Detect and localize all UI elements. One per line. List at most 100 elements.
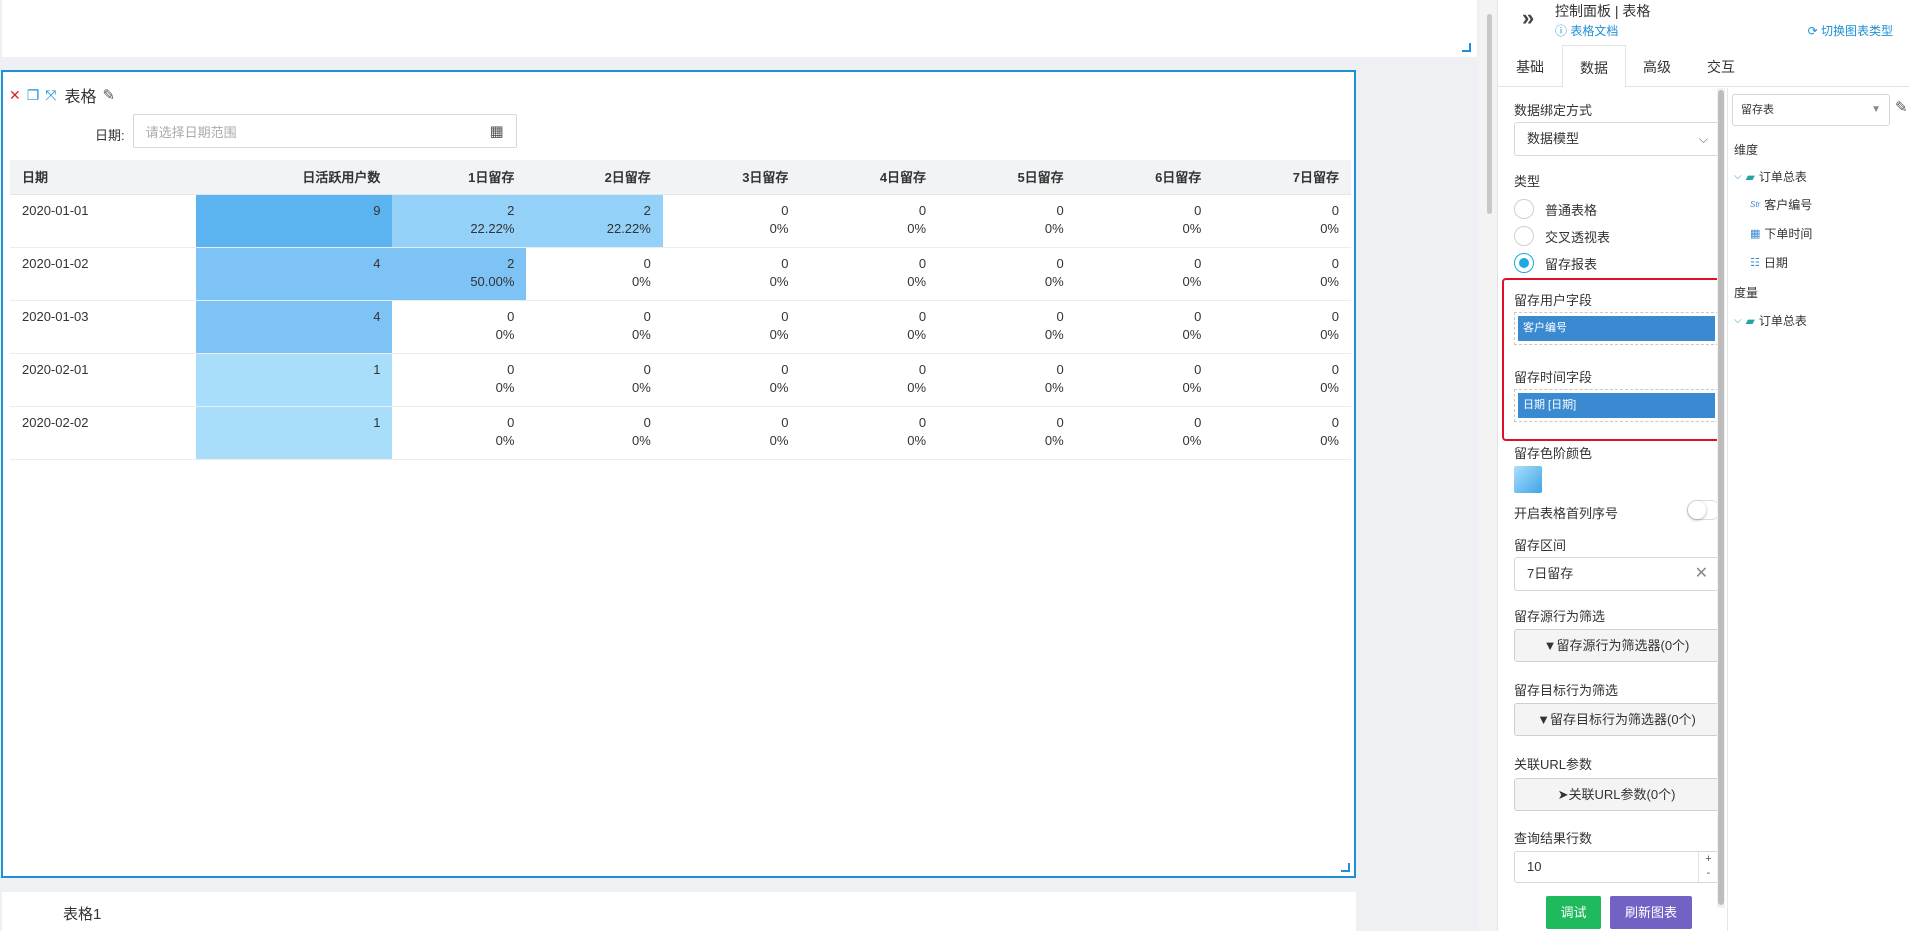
measure-folder[interactable]: ⌵ ▰ 订单总表 [1734, 312, 1807, 329]
col-header[interactable]: 1日留存 [392, 160, 527, 195]
dimension-folder[interactable]: ⌵ ▰ 订单总表 [1734, 168, 1807, 185]
retention-count: 0 [1056, 414, 1064, 430]
canvas-scrollbar-thumb[interactable] [1487, 14, 1492, 214]
col-header[interactable]: 日期 [10, 160, 197, 195]
retention-rate: 50.00% [470, 273, 515, 289]
user-field-dropzone[interactable]: 客户编号 [1514, 312, 1719, 345]
folder-open-icon: ▰ [1745, 313, 1755, 328]
field-item-customer-id[interactable]: Str 客户编号 [1750, 196, 1812, 213]
config-scrollbar-thumb[interactable] [1718, 90, 1724, 905]
cell-retention: 0 0% [392, 300, 527, 354]
increment-icon[interactable]: + [1705, 853, 1711, 865]
edit-title-icon[interactable]: ✎ [103, 86, 116, 104]
dashboard-canvas: ✕ ❐ ⤧ 表格 ✎ 日期: 请选择日期范围 ▦ 日期 日活跃用户数 1日留存 [0, 0, 1477, 931]
col-header[interactable]: 4日留存 [800, 160, 939, 195]
rows-label: 查询结果行数 [1514, 831, 1593, 846]
cell-retention: 0 0% [1213, 406, 1351, 460]
chart-card-top[interactable] [2, 0, 1477, 57]
retention-count: 0 [1194, 202, 1202, 218]
retention-rate: 0% [632, 273, 651, 289]
type-radio-pivot[interactable]: 交叉透视表 [1514, 226, 1610, 246]
stepper[interactable]: + - [1698, 852, 1718, 882]
target-filter-button[interactable]: ▼留存目标行为筛选器(0个) [1514, 703, 1719, 736]
refresh-icon: ⟳ [1807, 24, 1821, 38]
config-scrollbar[interactable] [1717, 88, 1725, 908]
date-hierarchy-icon: ☷ [1750, 257, 1760, 269]
close-icon[interactable]: ✕ [9, 88, 21, 102]
interval-select[interactable]: 7日留存 ✕ [1514, 557, 1719, 591]
url-param-button-label: 关联URL参数(0个) [1568, 787, 1676, 802]
binding-select-value: 数据模型 [1527, 131, 1580, 146]
cell-retention: 0 0% [662, 247, 801, 301]
measure-label: 度量 [1734, 286, 1759, 300]
target-filter-label: 留存目标行为筛选 [1514, 683, 1619, 698]
field-item-order-time[interactable]: ▦ 下单时间 [1750, 225, 1812, 242]
url-param-button[interactable]: ➤关联URL参数(0个) [1514, 778, 1719, 811]
retention-count: 2 [507, 255, 515, 271]
tab-basic[interactable]: 基础 [1498, 45, 1562, 87]
doc-link[interactable]: ⓘ 表格文档 [1555, 22, 1618, 39]
decrement-icon[interactable]: - [1707, 867, 1711, 879]
collapse-panel-icon[interactable]: » [1522, 5, 1534, 31]
resize-handle[interactable] [1462, 43, 1471, 52]
col-header[interactable]: 2日留存 [526, 160, 663, 195]
binding-label: 数据绑定方式 [1514, 103, 1593, 118]
type-radio-label: 普通表格 [1545, 202, 1598, 218]
cell-retention: 0 0% [938, 300, 1076, 354]
retention-rate: 0% [632, 326, 651, 342]
chart-card-bottom[interactable]: 表格1 [2, 892, 1356, 931]
edit-model-icon[interactable]: ✎ [1895, 98, 1908, 116]
table-row: 2020-02-01 1 0 0% 0 0% 0 0% 0 0% 0 0% 0 0% 0 0% [10, 353, 1351, 407]
tab-data[interactable]: 数据 [1562, 45, 1626, 88]
expand-icon[interactable]: ⤧ [45, 88, 56, 102]
time-field-chip[interactable]: 日期 [日期] [1518, 393, 1715, 418]
retention-count: 0 [918, 308, 927, 324]
retention-count: 0 [781, 308, 789, 324]
binding-select[interactable]: 数据模型 ⌵ [1514, 122, 1719, 156]
col-header[interactable]: 7日留存 [1213, 160, 1351, 195]
cell-retention: 0 0% [1075, 247, 1214, 301]
retention-count: 0 [781, 255, 789, 271]
chevron-down-icon[interactable]: ⌵ [1734, 171, 1742, 182]
cell-retention: 0 0% [800, 353, 939, 407]
model-select[interactable]: 留存表 ▼ [1732, 94, 1890, 126]
retention-count: 0 [781, 202, 789, 218]
col-header[interactable]: 5日留存 [938, 160, 1076, 195]
color-scale-swatch[interactable] [1514, 466, 1542, 493]
index-toggle[interactable] [1687, 500, 1721, 520]
interval-label: 留存区间 [1514, 538, 1567, 553]
rows-input[interactable]: 10 + - [1514, 851, 1719, 883]
user-field-chip[interactable]: 客户编号 [1518, 316, 1715, 341]
chevron-down-icon[interactable]: ⌵ [1734, 315, 1742, 326]
switch-chart-type-link[interactable]: ⟳ 切换图表类型 [1808, 22, 1893, 39]
copy-icon[interactable]: ❐ [27, 88, 40, 102]
time-field-dropzone[interactable]: 日期 [日期] [1514, 389, 1719, 422]
tab-interaction[interactable]: 交互 [1689, 45, 1753, 87]
retention-count: 0 [1194, 361, 1202, 377]
cell-retention: 0 0% [800, 247, 939, 301]
resize-handle[interactable] [1341, 863, 1350, 872]
calendar-icon[interactable]: ▦ [489, 122, 503, 140]
cell-date: 2020-02-02 [10, 406, 197, 460]
date-range-input[interactable]: 请选择日期范围 ▦ [132, 114, 517, 148]
refresh-chart-button[interactable]: 刷新图表 [1610, 896, 1692, 929]
cell-date: 2020-01-01 [10, 194, 197, 248]
col-header[interactable]: 6日留存 [1075, 160, 1214, 195]
clear-icon[interactable]: ✕ [1695, 558, 1708, 590]
type-radio-retention[interactable]: 留存报表 [1514, 253, 1597, 273]
field-item-date[interactable]: ☷ 日期 [1750, 254, 1788, 271]
source-filter-button[interactable]: ▼留存源行为筛选器(0个) [1514, 629, 1719, 662]
tab-advanced[interactable]: 高级 [1625, 45, 1689, 87]
col-header[interactable]: 日活跃用户数 [196, 160, 393, 195]
cell-retention: 0 0% [392, 353, 527, 407]
retention-count: 0 [1194, 255, 1202, 271]
table-widget[interactable]: ✕ ❐ ⤧ 表格 ✎ 日期: 请选择日期范围 ▦ 日期 日活跃用户数 1日留存 [1, 70, 1356, 878]
card-title: 表格1 [63, 906, 102, 923]
panel-tabs: 基础 数据 高级 交互 [1498, 45, 1909, 88]
type-radio-normal[interactable]: 普通表格 [1514, 199, 1597, 219]
cell-retention: 2 50.00% [392, 247, 527, 301]
cell-retention: 0 0% [938, 247, 1076, 301]
col-header[interactable]: 3日留存 [662, 160, 801, 195]
debug-button[interactable]: 调试 [1546, 896, 1601, 929]
retention-rate: 0% [1320, 432, 1339, 448]
